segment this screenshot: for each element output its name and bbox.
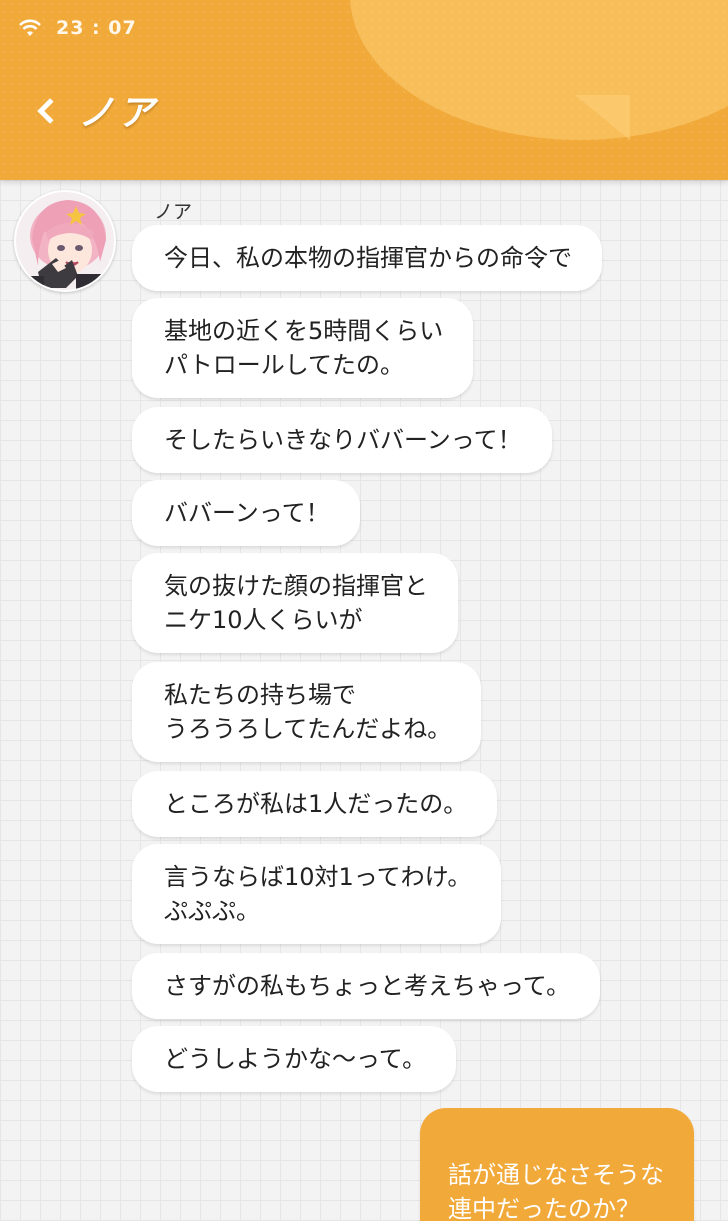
- message-bubble: そしたらいきなりババーンって！: [132, 407, 552, 473]
- message-bubble: 私たちの持ち場で うろうろしてたんだよね。: [132, 662, 482, 762]
- chat-title: ノア: [78, 93, 159, 134]
- status-time: 23 : 07: [56, 17, 137, 39]
- chevron-left-icon: [37, 98, 63, 124]
- header-decoration-tail: [575, 95, 630, 140]
- message-bubble: 今日、私の本物の指揮官からの命令で: [132, 225, 602, 291]
- reply-bubble: 話が通じなさそうな 連中だったのか？: [420, 1108, 694, 1221]
- message-bubble: 基地の近くを5時間くらい パトロールしてたの。: [132, 298, 474, 398]
- status-bar: 23 : 07: [18, 14, 137, 42]
- back-button[interactable]: [28, 86, 64, 136]
- message-bubble: ババーンって！: [132, 480, 360, 546]
- header-bar: 23 : 07 ノア: [0, 0, 728, 180]
- sender-name: ノア: [154, 201, 193, 223]
- header-decoration: [350, 0, 728, 140]
- message-bubble: 気の抜けた顔の指揮官と ニケ10人くらいが: [132, 553, 458, 653]
- wifi-icon: [19, 19, 41, 36]
- reply-text: 話が通じなさそうな 連中だったのか？: [448, 1161, 664, 1221]
- avatar[interactable]: [14, 190, 116, 292]
- message-bubble: さすがの私もちょっと考えちゃって。: [132, 953, 601, 1019]
- message-bubble: どうしようかな～って。: [132, 1026, 457, 1092]
- message-bubble: ところが私は1人だったの。: [132, 771, 498, 837]
- avatar-portrait-icon: [16, 192, 114, 290]
- message-bubble: 言うならば10対1ってわけ。 ぷぷぷ。: [132, 844, 502, 944]
